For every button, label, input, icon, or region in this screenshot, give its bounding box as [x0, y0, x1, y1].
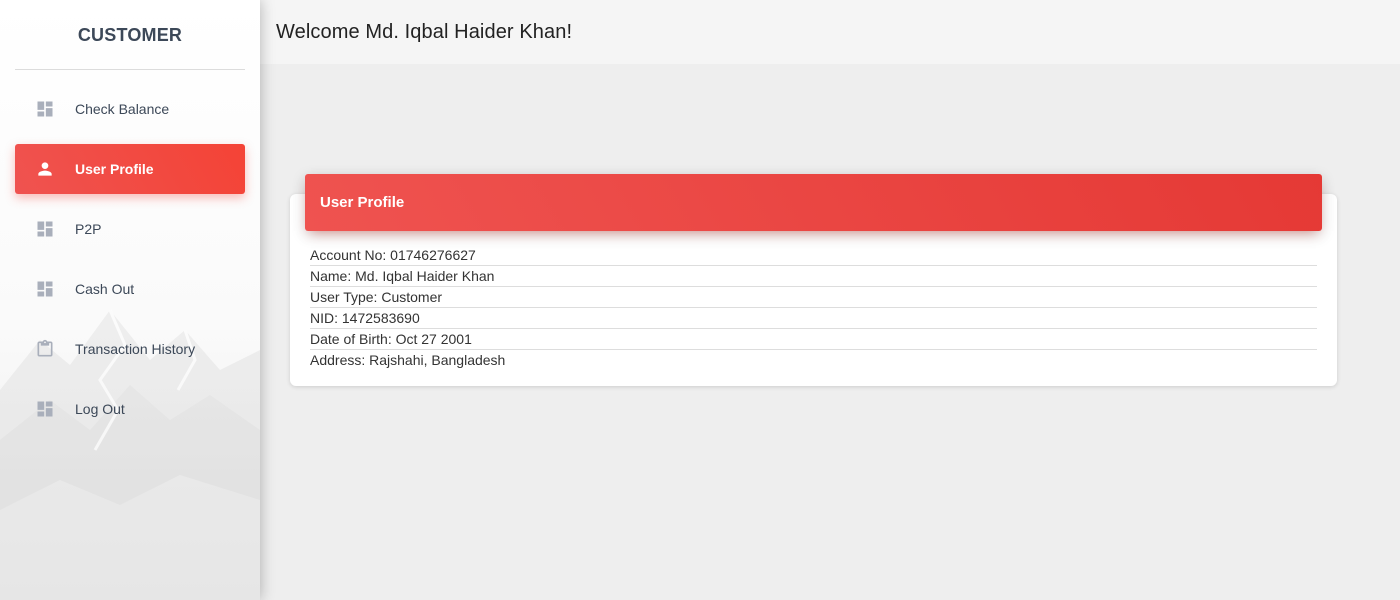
sidebar-item-transaction-history[interactable]: Transaction History	[15, 324, 245, 374]
sidebar-item-label: P2P	[75, 221, 102, 237]
profile-row-label: User Type:	[310, 289, 378, 305]
profile-row-label: Date of Birth:	[310, 331, 392, 347]
brand-divider	[15, 69, 245, 70]
profile-row-address: Address: Rajshahi, Bangladesh	[310, 350, 1317, 371]
profile-row-value: Customer	[381, 289, 443, 305]
profile-row-account-no: Account No: 01746276627	[310, 245, 1317, 266]
profile-row-value: Rajshahi, Bangladesh	[369, 352, 506, 368]
profile-card-title: User Profile	[320, 194, 405, 211]
dashboard-icon	[35, 219, 55, 239]
sidebar-item-label: Cash Out	[75, 281, 135, 297]
profile-row-value: Md. Iqbal Haider Khan	[355, 268, 495, 284]
sidebar-item-p2p[interactable]: P2P	[15, 204, 245, 254]
profile-row-label: Address:	[310, 352, 366, 368]
profile-details-list: Account No: 01746276627 Name: Md. Iqbal …	[310, 245, 1317, 371]
dashboard-icon	[35, 399, 55, 419]
sidebar-item-label: Log Out	[75, 401, 125, 417]
profile-row-value: 01746276627	[390, 247, 476, 263]
profile-row-name: Name: Md. Iqbal Haider Khan	[310, 266, 1317, 287]
sidebar-item-log-out[interactable]: Log Out	[15, 384, 245, 434]
profile-row-date-of-birth: Date of Birth: Oct 27 2001	[310, 329, 1317, 350]
sidebar-item-check-balance[interactable]: Check Balance	[15, 84, 245, 134]
clipboard-icon	[35, 339, 55, 359]
sidebar-brand[interactable]: CUSTOMER	[0, 0, 260, 70]
dashboard-icon	[35, 99, 55, 119]
sidebar-item-label: User Profile	[75, 161, 154, 177]
profile-row-label: Name:	[310, 268, 352, 284]
sidebar-item-user-profile[interactable]: User Profile	[15, 144, 245, 194]
profile-row-label: NID:	[310, 310, 338, 326]
top-bar: Welcome Md. Iqbal Haider Khan!	[260, 0, 1400, 64]
person-icon	[35, 159, 55, 179]
sidebar-nav: Check Balance User Profile P2P Cash Out	[15, 84, 245, 444]
sidebar: CUSTOMER Check Balance User Profile P2P	[0, 0, 260, 600]
profile-row-nid: NID: 1472583690	[310, 308, 1317, 329]
profile-row-value: Oct 27 2001	[395, 331, 472, 347]
profile-card-header: User Profile	[305, 174, 1322, 231]
sidebar-item-label: Check Balance	[75, 101, 170, 117]
profile-row-label: Account No:	[310, 247, 387, 263]
profile-row-value: 1472583690	[341, 310, 420, 326]
welcome-heading: Welcome Md. Iqbal Haider Khan!	[276, 20, 573, 43]
dashboard-icon	[35, 279, 55, 299]
profile-row-user-type: User Type: Customer	[310, 287, 1317, 308]
sidebar-item-cash-out[interactable]: Cash Out	[15, 264, 245, 314]
sidebar-item-label: Transaction History	[75, 341, 196, 357]
